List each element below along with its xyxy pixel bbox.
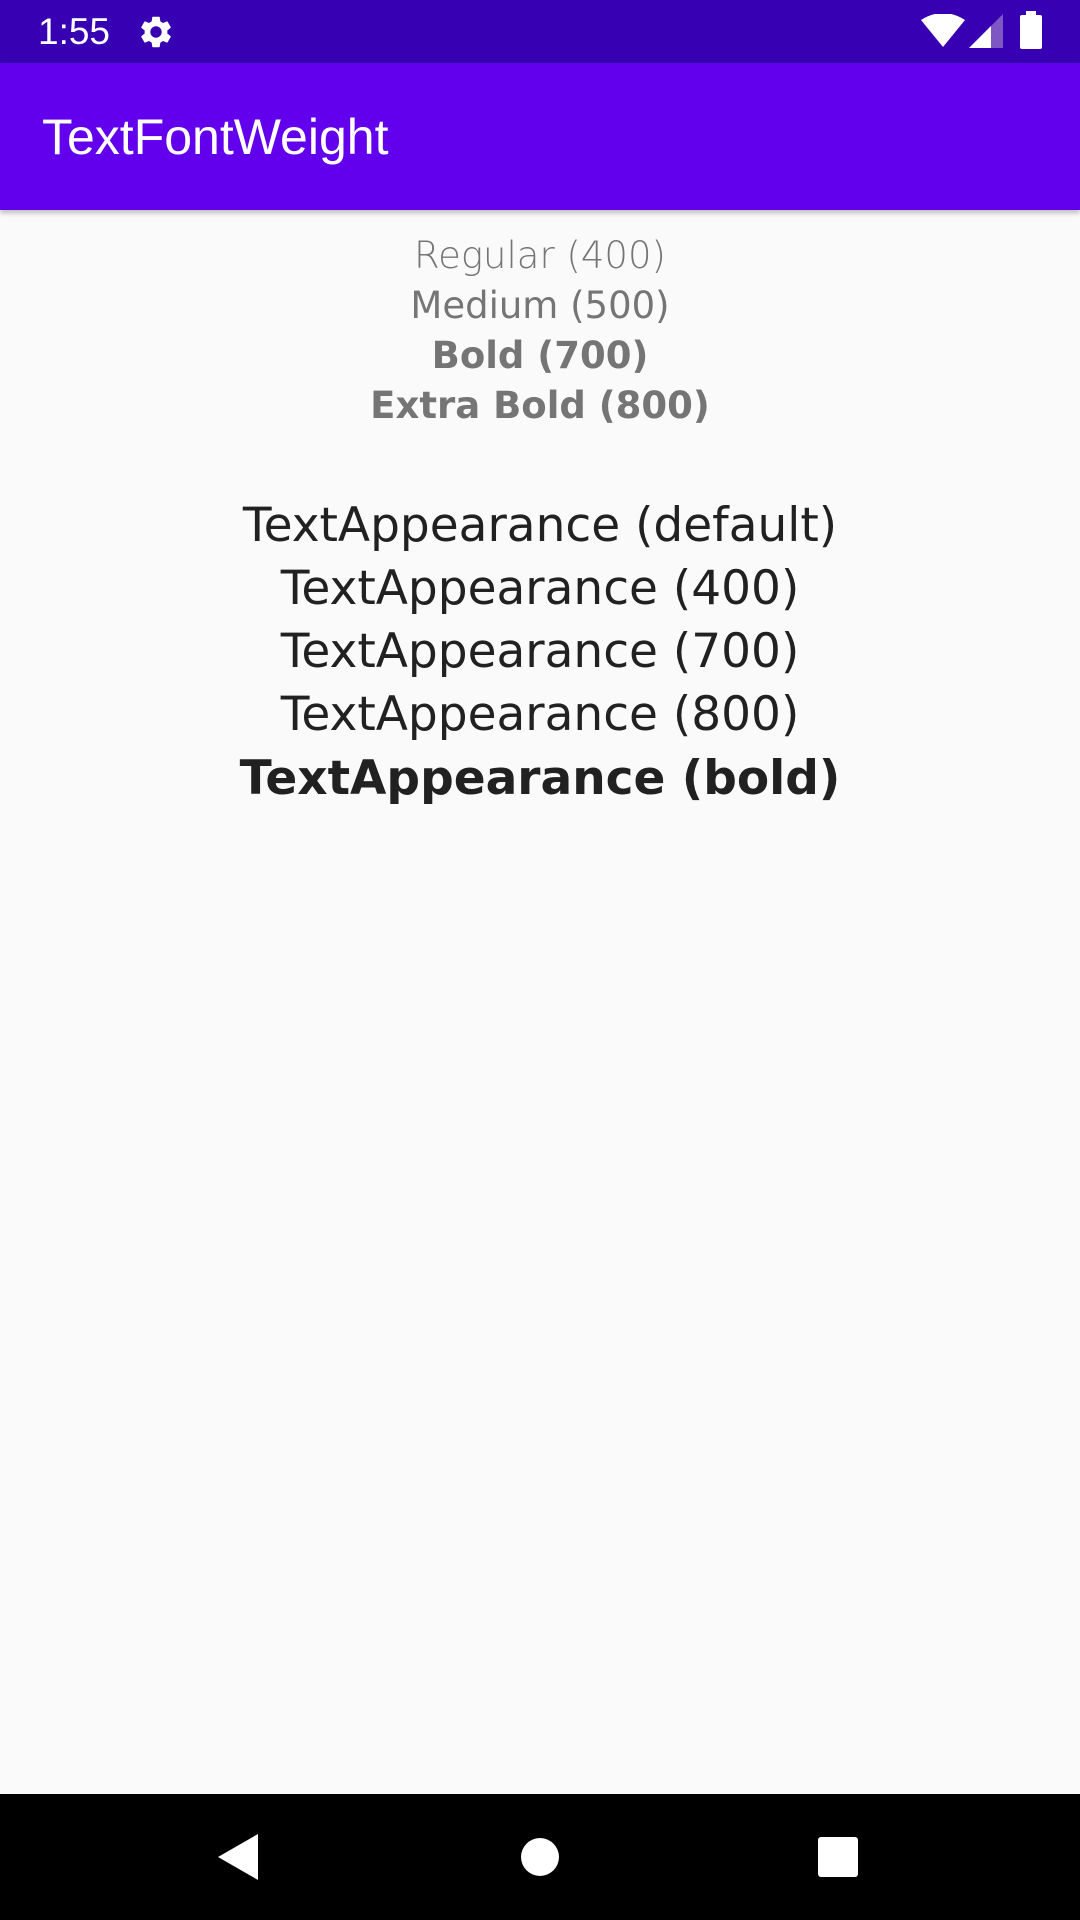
signal-icon (969, 14, 1003, 48)
recents-icon[interactable] (811, 1830, 865, 1884)
app-title: TextFontWeight (42, 109, 389, 165)
font-weight-extra-bold-label: Extra Bold (800) (370, 384, 710, 427)
home-icon[interactable] (513, 1830, 567, 1884)
back-icon[interactable] (212, 1830, 266, 1884)
app-bar: TextFontWeight (0, 63, 1080, 210)
font-weight-bold-label: Bold (700) (431, 334, 649, 377)
content-area: Regular (400) Medium (500) Bold (700) Ex… (0, 210, 1080, 1794)
status-bar: 1:55 (0, 0, 1080, 63)
font-weight-medium-label: Medium (500) (410, 284, 670, 327)
wifi-icon (921, 14, 965, 47)
text-appearance-400-label: TextAppearance (400) (280, 561, 800, 616)
gear-icon (141, 16, 171, 48)
text-appearance-800-label: TextAppearance (800) (280, 687, 800, 742)
text-appearance-bold-label: TextAppearance (bold) (239, 751, 841, 806)
status-time: 1:55 (38, 11, 111, 52)
font-weight-regular-label: Regular (400) (414, 234, 666, 277)
text-appearance-default-label: TextAppearance (default) (242, 498, 838, 553)
battery-icon (1020, 11, 1042, 49)
navigation-bar (0, 1794, 1080, 1920)
text-appearance-700-label: TextAppearance (700) (280, 624, 800, 679)
